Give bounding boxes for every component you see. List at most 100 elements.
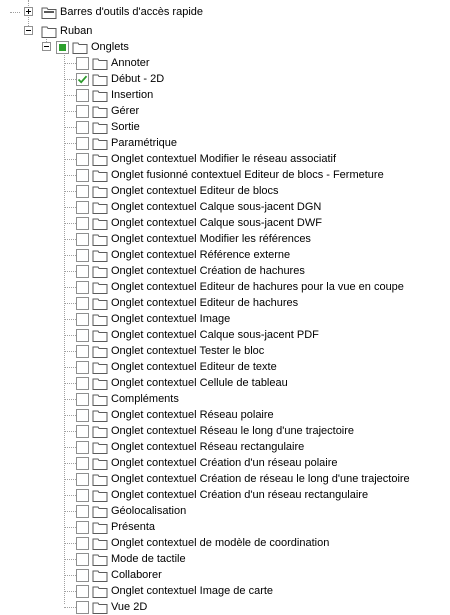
tree-item-quick-access-toolbars[interactable]: Barres d'outils d'accès rapide: [38, 4, 203, 20]
tab-item[interactable]: Paramétrique: [76, 135, 177, 151]
tree-guide-line: [64, 52, 65, 604]
tab-item[interactable]: Début - 2D: [76, 71, 164, 87]
tab-item[interactable]: Onglet contextuel Editeur de texte: [76, 359, 277, 375]
tab-item[interactable]: Insertion: [76, 87, 153, 103]
tab-item[interactable]: Onglet contextuel Réseau rectangulaire: [76, 439, 304, 455]
tab-checkbox[interactable]: [76, 488, 89, 502]
tab-item[interactable]: Onglet contextuel Modifier les référence…: [76, 231, 311, 247]
tree-guide-line: [64, 367, 76, 368]
tab-checkbox[interactable]: [76, 264, 89, 278]
tab-item[interactable]: Onglet contextuel Référence externe: [76, 247, 290, 263]
tree-guide-line: [64, 239, 76, 240]
tab-checkbox[interactable]: [76, 408, 89, 422]
tab-checkbox[interactable]: [76, 552, 89, 566]
tree-item-label: Ruban: [60, 25, 93, 37]
tab-checkbox[interactable]: [76, 456, 89, 470]
tab-checkbox[interactable]: [76, 280, 89, 294]
tab-checkbox[interactable]: [76, 104, 89, 118]
tab-checkbox[interactable]: [76, 152, 89, 166]
folder-icon: [92, 490, 108, 502]
tree-item-tabs[interactable]: Onglets: [56, 39, 129, 55]
tab-checkbox[interactable]: [76, 200, 89, 214]
tab-checkbox[interactable]: [76, 184, 89, 198]
tab-label: Onglet contextuel Editeur de hachures po…: [111, 281, 404, 293]
tab-item[interactable]: Onglet contextuel Calque sous-jacent DGN: [76, 199, 321, 215]
collapse-toggle[interactable]: [42, 42, 51, 51]
tab-item[interactable]: Onglet contextuel Création d'un réseau r…: [76, 487, 368, 503]
tree-item-ribbon[interactable]: Ruban: [38, 23, 92, 39]
tab-item[interactable]: Présenta: [76, 519, 155, 535]
tree-guide-line: [64, 111, 76, 112]
tab-item[interactable]: Onglet contextuel Editeur de blocs: [76, 183, 279, 199]
customization-tree[interactable]: Barres d'outils d'accès rapide Ruban Ong…: [0, 0, 450, 614]
tab-item[interactable]: Collaborer: [76, 567, 162, 583]
tab-item[interactable]: Onglet contextuel de modèle de coordinat…: [76, 535, 329, 551]
tab-checkbox[interactable]: [76, 136, 89, 150]
tab-checkbox[interactable]: [76, 584, 89, 598]
tree-guide-line: [64, 207, 76, 208]
tab-label: Compléments: [111, 393, 179, 405]
folder-icon: [92, 362, 108, 374]
tab-item[interactable]: Onglet fusionné contextuel Editeur de bl…: [76, 167, 384, 183]
tab-label: Collaborer: [111, 569, 162, 581]
tab-item[interactable]: Onglet contextuel Réseau le long d'une t…: [76, 423, 354, 439]
tab-item[interactable]: Onglet contextuel Modifier le réseau ass…: [76, 151, 336, 167]
tab-checkbox[interactable]: [76, 376, 89, 390]
tab-checkbox[interactable]: [76, 344, 89, 358]
tab-item[interactable]: Onglet contextuel Création de réseau le …: [76, 471, 410, 487]
tab-label: Gérer: [111, 105, 140, 117]
tab-checkbox[interactable]: [76, 360, 89, 374]
tab-checkbox[interactable]: [76, 232, 89, 246]
tree-guide-line: [64, 527, 76, 528]
tab-checkbox[interactable]: [76, 424, 89, 438]
tabs-partial-checkbox[interactable]: [56, 40, 69, 54]
tab-item[interactable]: Sortie: [76, 119, 140, 135]
tab-item[interactable]: Annoter: [76, 55, 150, 71]
tab-item[interactable]: Gérer: [76, 103, 139, 119]
tab-checkbox[interactable]: [76, 440, 89, 454]
tab-item[interactable]: Onglet contextuel Tester le bloc: [76, 343, 264, 359]
tab-checkbox[interactable]: [76, 600, 89, 614]
tab-checkbox[interactable]: [76, 88, 89, 102]
checkmark-icon: [77, 75, 88, 84]
tab-item[interactable]: Onglet contextuel Création de hachures: [76, 263, 305, 279]
tab-checkbox[interactable]: [76, 216, 89, 230]
tab-checkbox[interactable]: [76, 472, 89, 486]
tab-item[interactable]: Mode de tactile: [76, 551, 186, 567]
tab-checkbox[interactable]: [76, 568, 89, 582]
folder-open-icon: [41, 26, 57, 38]
tree-guide-line: [64, 335, 76, 336]
tree-guide-line: [64, 175, 76, 176]
tab-checkbox[interactable]: [76, 504, 89, 518]
tab-checkbox[interactable]: [76, 72, 89, 86]
tab-item[interactable]: Compléments: [76, 391, 179, 407]
expand-toggle[interactable]: [24, 7, 33, 16]
tab-checkbox[interactable]: [76, 168, 89, 182]
tab-checkbox[interactable]: [76, 56, 89, 70]
folder-icon: [92, 250, 108, 262]
tab-item[interactable]: Géolocalisation: [76, 503, 186, 519]
tab-checkbox[interactable]: [76, 392, 89, 406]
tab-item[interactable]: Onglet contextuel Réseau polaire: [76, 407, 274, 423]
tree-guide-line: [64, 255, 76, 256]
tab-item[interactable]: Onglet contextuel Editeur de hachures po…: [76, 279, 404, 295]
folder-icon: [92, 410, 108, 422]
tab-checkbox[interactable]: [76, 296, 89, 310]
collapse-toggle[interactable]: [24, 26, 33, 35]
tab-item[interactable]: Onglet contextuel Calque sous-jacent PDF: [76, 327, 319, 343]
tab-checkbox[interactable]: [76, 248, 89, 262]
tab-item[interactable]: Onglet contextuel Editeur de hachures: [76, 295, 298, 311]
tab-checkbox[interactable]: [76, 520, 89, 534]
tab-checkbox[interactable]: [76, 120, 89, 134]
tab-item[interactable]: Onglet contextuel Image: [76, 311, 230, 327]
tab-item[interactable]: Onglet contextuel Cellule de tableau: [76, 375, 288, 391]
tab-item[interactable]: Onglet contextuel Image de carte: [76, 583, 273, 599]
tab-checkbox[interactable]: [76, 536, 89, 550]
tab-item[interactable]: Onglet contextuel Calque sous-jacent DWF: [76, 215, 322, 231]
folder-icon: [92, 234, 108, 246]
tab-item[interactable]: Onglet contextuel Création d'un réseau p…: [76, 455, 338, 471]
tree-guide-line: [64, 511, 76, 512]
tab-checkbox[interactable]: [76, 312, 89, 326]
tree-guide-line: [64, 351, 76, 352]
tab-checkbox[interactable]: [76, 328, 89, 342]
